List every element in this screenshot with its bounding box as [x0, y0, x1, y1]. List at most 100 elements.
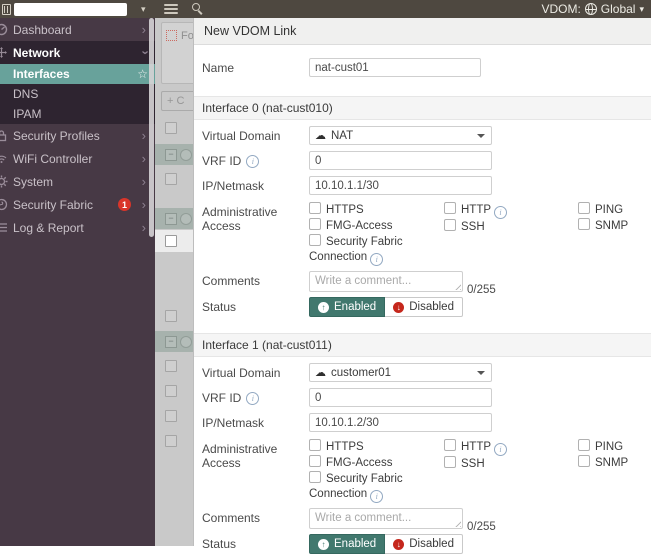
ip-netmask-input[interactable] — [309, 413, 492, 432]
ip-netmask-row: IP/Netmask — [194, 176, 651, 195]
arrow-up-circle-icon: ↑ — [318, 301, 329, 313]
vrf-id-input[interactable] — [309, 388, 492, 407]
checkbox-ssh: SSH — [444, 219, 578, 235]
admin-access-row: Administrative Access HTTPS FMG-Access S… — [194, 439, 651, 503]
chevron-right-icon: › — [141, 197, 146, 212]
https-checkbox[interactable] — [309, 439, 321, 451]
sidebar-item-system[interactable]: System › — [0, 170, 155, 193]
info-icon[interactable]: i — [370, 253, 384, 266]
ping-checkbox[interactable] — [578, 202, 590, 214]
section-header-interface0: Interface 0 (nat-cust010) — [194, 96, 651, 120]
chevron-right-icon: › — [141, 220, 146, 235]
virtual-domain-select[interactable]: ☁ NAT — [309, 126, 492, 145]
chevron-right-icon: › — [141, 128, 146, 143]
ip-netmask-row: IP/Netmask — [194, 413, 651, 432]
menu-icon[interactable] — [163, 4, 178, 14]
device-caret-icon[interactable]: ▾ — [141, 3, 146, 16]
vrf-id-label: VRF ID i — [202, 151, 309, 168]
comments-counter: 0/255 — [467, 284, 496, 296]
virtual-domain-select[interactable]: ☁ customer01 — [309, 363, 492, 382]
comments-textarea[interactable] — [309, 508, 463, 529]
name-label: Name — [202, 61, 235, 75]
security-fabric-connection-checkbox[interactable] — [309, 471, 321, 483]
snmp-checkbox[interactable] — [578, 455, 590, 467]
dimmed-background-page: Fo + C − − − — [155, 18, 195, 546]
chevron-right-icon: › — [141, 22, 146, 37]
checkbox-http: HTTP i — [444, 439, 578, 456]
vdom-selector[interactable]: VDOM: Global ▾ — [541, 2, 644, 16]
report-lines-icon — [0, 221, 8, 234]
fmg-access-checkbox[interactable] — [309, 218, 321, 230]
sidebar-item-log-report[interactable]: Log & Report › — [0, 216, 155, 239]
background-table-row — [155, 230, 193, 252]
fmg-access-checkbox[interactable] — [309, 455, 321, 467]
virtual-domain-row: Virtual Domain ☁ customer01 — [194, 363, 651, 382]
checkbox-https: HTTPS — [309, 202, 444, 218]
virtual-domain-row: Virtual Domain ☁ NAT — [194, 126, 651, 145]
sidebar-item-network[interactable]: Network › — [0, 41, 155, 64]
checkbox-http: HTTP i — [444, 202, 578, 219]
background-table-row — [155, 406, 193, 426]
vrf-id-row: VRF ID i — [194, 151, 651, 170]
sidebar-item-wifi-controller[interactable]: WiFi Controller › — [0, 147, 155, 170]
ssh-checkbox[interactable] — [444, 456, 456, 468]
checkbox-security-fabric-connection: Security Fabric Connection i — [309, 234, 403, 266]
ssh-checkbox[interactable] — [444, 219, 456, 231]
background-table-row — [155, 118, 193, 138]
security-fabric-connection-checkbox[interactable] — [309, 234, 321, 246]
sidebar-item-dashboard[interactable]: Dashboard › — [0, 18, 155, 41]
disabled-button[interactable]: ↓ Disabled — [385, 534, 463, 554]
vdom-cloud-icon: ☁ — [315, 129, 326, 142]
snmp-checkbox[interactable] — [578, 218, 590, 230]
chevron-right-icon: › — [141, 174, 146, 189]
info-icon[interactable]: i — [494, 443, 508, 456]
vrf-id-label: VRF ID i — [202, 388, 309, 405]
fabric-icon — [0, 198, 8, 211]
enabled-button[interactable]: ↑ Enabled — [309, 534, 386, 554]
comments-row: Comments 0/255 — [194, 508, 651, 533]
admin-access-label: Administrative Access — [202, 205, 278, 233]
search-icon[interactable] — [191, 3, 204, 15]
sidebar-scrollbar[interactable] — [149, 18, 154, 237]
background-group-row: − — [155, 208, 193, 229]
ip-netmask-input[interactable] — [309, 176, 492, 195]
enabled-button[interactable]: ↑ Enabled — [309, 297, 386, 317]
info-icon[interactable]: i — [494, 206, 508, 219]
checkbox-https: HTTPS — [309, 439, 444, 455]
admin-access-label: Administrative Access — [202, 442, 278, 470]
name-row: Name — [194, 58, 651, 77]
info-icon[interactable]: i — [370, 490, 384, 503]
device-selector[interactable] — [14, 2, 127, 16]
ping-checkbox[interactable] — [578, 439, 590, 451]
vdom-cloud-icon: ☁ — [315, 366, 326, 379]
sidebar: Dashboard › Network › Interfaces ☆ DNS I… — [0, 18, 155, 546]
info-icon[interactable]: i — [246, 391, 260, 405]
sidebar-item-dns[interactable]: DNS — [0, 84, 155, 104]
sidebar-item-interfaces[interactable]: Interfaces ☆ — [0, 64, 155, 84]
background-create-button: + C — [161, 91, 195, 111]
info-icon[interactable]: i — [246, 154, 260, 168]
ip-netmask-label: IP/Netmask — [202, 416, 265, 430]
top-bar: ▾ VDOM: Global ▾ — [0, 0, 651, 18]
sidebar-item-security-fabric[interactable]: Security Fabric 1 › — [0, 193, 155, 216]
name-input[interactable] — [309, 58, 481, 77]
background-table-row — [155, 431, 193, 451]
http-checkbox[interactable] — [444, 439, 456, 451]
gauge-icon — [0, 23, 8, 36]
status-label: Status — [202, 537, 237, 551]
background-group-row: − — [155, 331, 193, 352]
comments-textarea[interactable] — [309, 271, 463, 292]
star-pin-icon[interactable]: ☆ — [137, 67, 148, 81]
arrow-down-circle-icon: ↓ — [393, 301, 405, 313]
checkbox-fmg-access: FMG-Access — [309, 218, 444, 234]
disabled-button[interactable]: ↓ Disabled — [385, 297, 463, 317]
https-checkbox[interactable] — [309, 202, 321, 214]
sidebar-item-security-profiles[interactable]: Security Profiles › — [0, 124, 155, 147]
sidebar-group-network: Network › Interfaces ☆ DNS IPAM — [0, 41, 155, 124]
virtual-domain-label: Virtual Domain — [202, 366, 281, 380]
sidebar-item-ipam[interactable]: IPAM — [0, 104, 155, 124]
http-checkbox[interactable] — [444, 202, 456, 214]
vrf-id-input[interactable] — [309, 151, 492, 170]
checkbox-snmp: SNMP — [578, 455, 651, 471]
arrow-up-circle-icon: ↑ — [318, 538, 329, 550]
